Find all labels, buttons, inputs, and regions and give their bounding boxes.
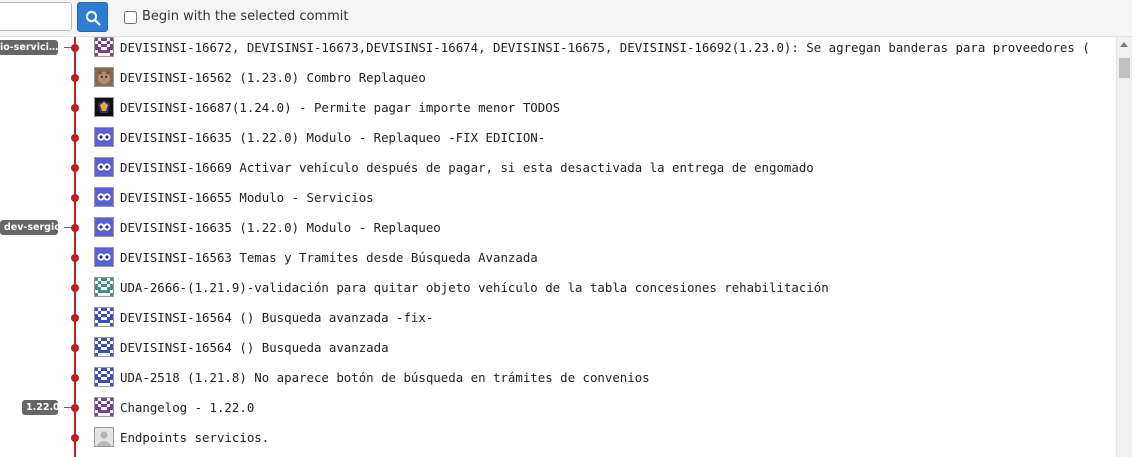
commit-message: DEVISINSI-16672, DEVISINSI-16673,DEVISIN… — [120, 40, 1090, 55]
commit-message: DEVISINSI-16635 (1.22.0) Modulo - Replaq… — [120, 220, 441, 235]
commit-node[interactable] — [71, 434, 79, 442]
commit-row[interactable]: DEVISINSI-16635 (1.22.0) Modulo - Replaq… — [0, 123, 1116, 153]
author-avatar — [94, 127, 114, 147]
author-avatar — [94, 337, 114, 357]
commit-row[interactable]: UDA-2518 (1.21.8) No aparece botón de bú… — [0, 363, 1116, 393]
commit-node[interactable] — [71, 344, 79, 352]
author-avatar — [94, 277, 114, 297]
commit-row[interactable]: 1.22.0 Changelog - 1.22.0 — [0, 393, 1116, 423]
author-avatar — [94, 367, 114, 387]
commit-node[interactable] — [71, 134, 79, 142]
author-avatar — [94, 217, 114, 237]
author-avatar — [94, 247, 114, 267]
commit-node[interactable] — [71, 314, 79, 322]
commit-message: DEVISINSI-16655 Modulo - Servicios — [120, 190, 374, 205]
commit-message: DEVISINSI-16687(1.24.0) - Permite pagar … — [120, 100, 561, 115]
commit-row[interactable]: io-servici… DEVISINSI-16672, DEVISINSI-16… — [0, 33, 1116, 63]
author-avatar — [94, 67, 114, 87]
commit-message: UDA-2666-(1.21.9)-validación para quitar… — [120, 280, 829, 295]
commit-message: DEVISINSI-16563 Temas y Tramites desde B… — [120, 250, 538, 265]
author-avatar — [94, 97, 114, 117]
search-icon — [85, 10, 101, 26]
commit-message: DEVISINSI-16669 Activar vehículo después… — [120, 160, 814, 175]
commit-node[interactable] — [71, 164, 79, 172]
commit-row[interactable]: DEVISINSI-16669 Activar vehículo después… — [0, 153, 1116, 183]
commit-node[interactable] — [71, 284, 79, 292]
author-avatar — [94, 157, 114, 177]
author-avatar — [94, 307, 114, 327]
branch-tag[interactable]: 1.22.0 — [22, 400, 58, 415]
commit-row[interactable]: DEVISINSI-16687(1.24.0) - Permite pagar … — [0, 93, 1116, 123]
commit-row[interactable]: UDA-2666-(1.21.9)-validación para quitar… — [0, 273, 1116, 303]
author-avatar — [94, 37, 114, 57]
commit-node[interactable] — [71, 74, 79, 82]
commit-node[interactable] — [71, 44, 79, 52]
commit-message: UDA-2518 (1.21.8) No aparece botón de bú… — [120, 370, 650, 385]
toolbar: Begin with the selected commit — [0, 0, 1142, 37]
vertical-scrollbar[interactable] — [1116, 37, 1133, 457]
commit-row[interactable]: dev-sergio DEVISINSI-16635 (1.22.0) Modul… — [0, 213, 1116, 243]
commit-message: DEVISINSI-16564 () Busqueda avanzada — [120, 340, 389, 355]
window-edge — [1132, 0, 1142, 457]
scrollbar-thumb[interactable] — [1119, 58, 1130, 78]
scroll-up-arrow-icon[interactable] — [1120, 42, 1128, 47]
commit-message: Changelog - 1.22.0 — [120, 400, 255, 415]
commit-row[interactable]: DEVISINSI-16562 (1.23.0) Combro Replaque… — [0, 63, 1116, 93]
commit-message: DEVISINSI-16635 (1.22.0) Modulo - Replaq… — [120, 130, 546, 145]
commit-row[interactable]: DEVISINSI-16655 Modulo - Servicios — [0, 183, 1116, 213]
author-avatar — [94, 427, 114, 447]
branch-tag[interactable]: dev-sergio — [0, 220, 58, 235]
commit-row[interactable]: DEVISINSI-16564 () Busqueda avanzada -fi… — [0, 303, 1116, 333]
commit-node[interactable] — [71, 194, 79, 202]
begin-with-selected-checkbox[interactable] — [124, 11, 137, 24]
commit-node[interactable] — [71, 224, 79, 232]
commit-node[interactable] — [71, 374, 79, 382]
commit-node[interactable] — [71, 104, 79, 112]
commit-row[interactable]: DEVISINSI-16563 Temas y Tramites desde B… — [0, 243, 1116, 273]
search-button[interactable] — [77, 2, 108, 32]
branch-tag[interactable]: io-servici… — [0, 40, 58, 55]
commit-row[interactable]: DEVISINSI-16564 () Busqueda avanzada — [0, 333, 1116, 363]
commit-node[interactable] — [71, 254, 79, 262]
commit-row[interactable]: Endpoints servicios. — [0, 423, 1116, 453]
begin-with-selected-label: Begin with the selected commit — [142, 9, 349, 24]
commit-message: Endpoints servicios. — [120, 430, 270, 445]
commit-node[interactable] — [71, 404, 79, 412]
author-avatar — [94, 397, 114, 417]
author-avatar — [94, 187, 114, 207]
commit-message: DEVISINSI-16564 () Busqueda avanzada -fi… — [120, 310, 434, 325]
commit-message: DEVISINSI-16562 (1.23.0) Combro Replaque… — [120, 70, 426, 85]
search-input[interactable] — [0, 2, 72, 31]
